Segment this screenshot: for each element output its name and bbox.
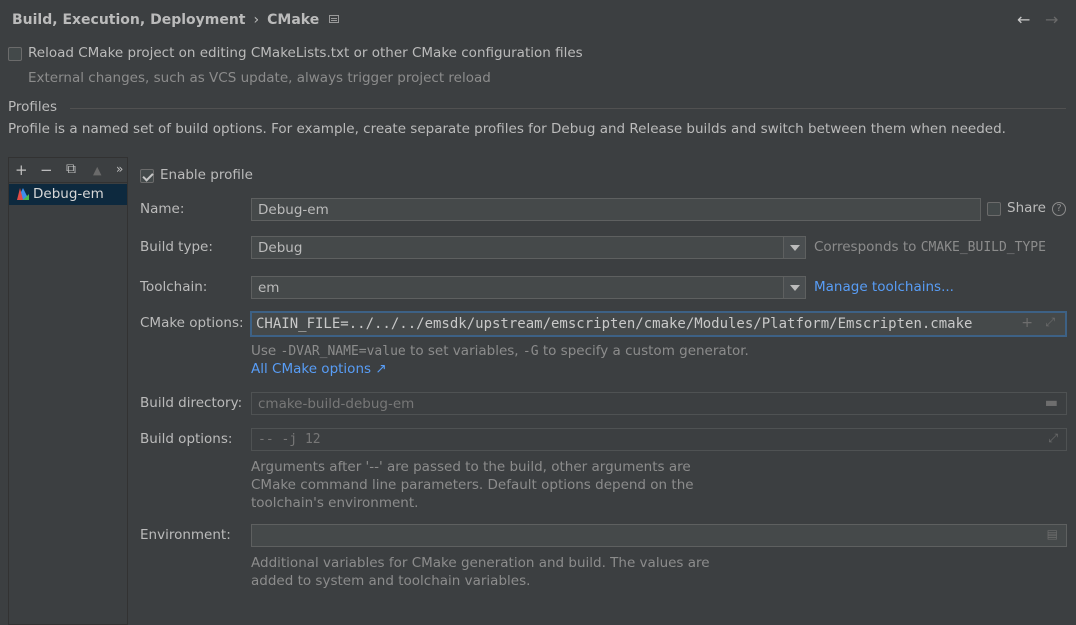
cmake-options-label: CMake options: (140, 315, 244, 331)
build-options-hint-3: toolchain's environment. (251, 495, 419, 511)
reload-checkbox[interactable] (8, 47, 22, 65)
list-item[interactable]: Debug-em (9, 184, 127, 205)
share-checkbox-box[interactable] (987, 202, 1001, 216)
cmake-options-value: CHAIN_FILE=../../../emsdk/upstream/emscr… (256, 316, 973, 332)
enable-profile-checkbox[interactable] (140, 169, 154, 187)
build-type-note-code: CMAKE_BUILD_TYPE (920, 240, 1046, 255)
profiles-toolbar: + − ⧉ ▲ » (9, 158, 127, 183)
profiles-description: Profile is a named set of build options.… (8, 121, 1006, 137)
folder-icon[interactable]: ▬ (1045, 395, 1058, 411)
hint-text: to specify a custom generator. (538, 343, 749, 359)
enable-profile-box[interactable] (140, 169, 154, 183)
toolchain-select[interactable]: em (251, 276, 806, 299)
all-cmake-options-link[interactable]: All CMake options ↗ (251, 361, 387, 377)
breadcrumb-current: CMake (267, 12, 320, 28)
build-type-label: Build type: (140, 239, 213, 255)
build-options-label: Build options: (140, 431, 233, 447)
chevron-down-icon[interactable] (783, 277, 805, 298)
build-type-value: Debug (258, 240, 303, 256)
remove-icon[interactable]: − (40, 161, 53, 179)
more-icon[interactable]: » (116, 162, 123, 176)
enable-profile-label[interactable]: Enable profile (160, 167, 253, 183)
section-divider (70, 108, 1066, 109)
build-type-note-prefix: Corresponds to (814, 239, 921, 255)
build-options-hint-2: CMake command line parameters. Default o… (251, 477, 694, 493)
move-up-icon[interactable]: ▲ (93, 164, 101, 177)
build-options-hint-1: Arguments after '--' are passed to the b… (251, 459, 691, 475)
add-icon[interactable]: + (15, 161, 28, 179)
plus-icon[interactable]: + (1021, 315, 1033, 331)
profile-name: Debug-em (33, 186, 104, 202)
breadcrumb-separator: › (253, 12, 260, 28)
arrow-right-icon[interactable]: → (1045, 10, 1058, 29)
copy-icon[interactable]: ⧉ (66, 161, 76, 177)
hint-code: -G (522, 344, 539, 359)
build-type-select[interactable]: Debug (251, 236, 806, 259)
build-directory-label: Build directory: (140, 395, 243, 411)
document-icon[interactable]: ▤ (1047, 527, 1058, 541)
help-icon[interactable]: ? (1052, 202, 1066, 216)
breadcrumb: Build, Execution, Deployment › CMake (12, 12, 340, 28)
share-label[interactable]: Share (1007, 200, 1046, 216)
hint-code: -DVAR_NAME=value (280, 344, 406, 359)
name-label: Name: (140, 201, 185, 217)
build-directory-placeholder: cmake-build-debug-em (258, 396, 415, 412)
environment-hint-1: Additional variables for CMake generatio… (251, 555, 710, 571)
hint-text: to set variables, (405, 343, 523, 359)
expand-icon[interactable]: ⤢ (1045, 315, 1055, 330)
profiles-list-panel: + − ⧉ ▲ » Debug-em (8, 157, 128, 625)
chevron-down-icon[interactable] (783, 237, 805, 258)
expand-icon[interactable]: ⤢ (1048, 431, 1058, 446)
arrow-left-icon[interactable]: ← (1017, 10, 1030, 29)
build-directory-input[interactable]: cmake-build-debug-em ▬ (251, 392, 1067, 415)
manage-toolchains-link[interactable]: Manage toolchains... (814, 279, 954, 295)
build-options-input[interactable]: -- -j 12 ⤢ (251, 428, 1067, 451)
share-checkbox[interactable] (987, 202, 1001, 220)
cmake-icon (17, 188, 29, 200)
toolchain-label: Toolchain: (140, 279, 208, 295)
reload-hint: External changes, such as VCS update, al… (28, 70, 491, 86)
reload-label[interactable]: Reload CMake project on editing CMakeLis… (28, 45, 583, 61)
toolchain-value: em (258, 280, 280, 296)
environment-label: Environment: (140, 527, 231, 543)
settings-scope-icon (329, 15, 340, 23)
name-field[interactable]: Debug-em (251, 198, 981, 221)
hint-text: Use (251, 343, 281, 359)
reload-checkbox-box[interactable] (8, 47, 22, 61)
cmake-options-hint: Use -DVAR_NAME=value to set variables, -… (251, 343, 749, 359)
environment-input[interactable]: ▤ (251, 524, 1067, 547)
environment-hint-2: added to system and toolchain variables. (251, 573, 531, 589)
profiles-section-title: Profiles (8, 99, 58, 115)
build-options-placeholder: -- -j 12 (258, 432, 321, 447)
cmake-options-input[interactable]: CHAIN_FILE=../../../emsdk/upstream/emscr… (250, 311, 1067, 337)
breadcrumb-parent[interactable]: Build, Execution, Deployment (12, 12, 246, 28)
build-type-note: Corresponds to CMAKE_BUILD_TYPE (814, 239, 1046, 255)
